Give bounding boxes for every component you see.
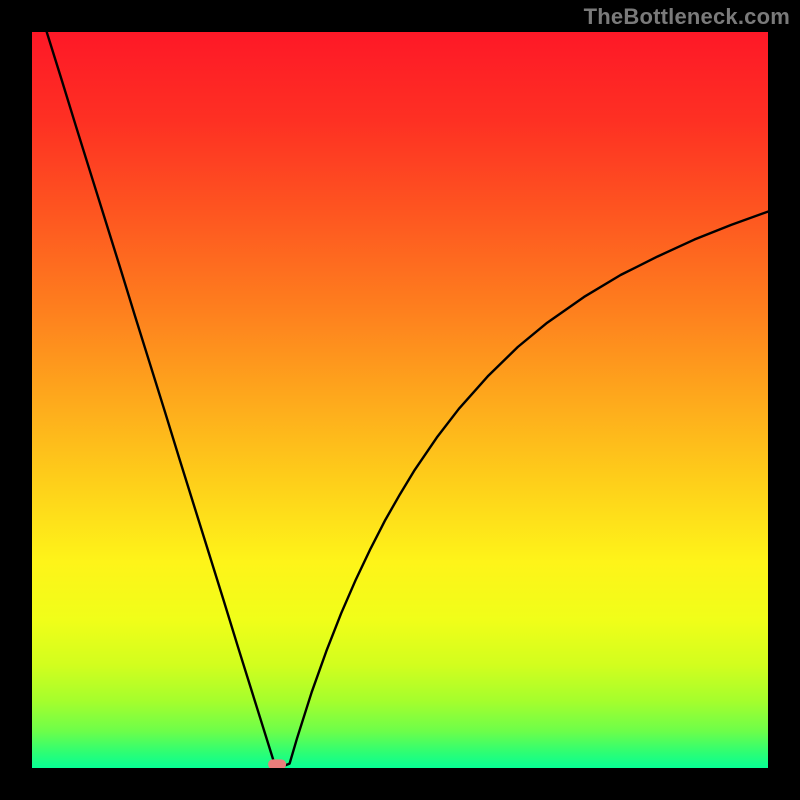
watermark-text: TheBottleneck.com [584,4,790,30]
chart-frame: TheBottleneck.com [0,0,800,800]
background-gradient [32,32,768,768]
plot-area [32,32,768,768]
